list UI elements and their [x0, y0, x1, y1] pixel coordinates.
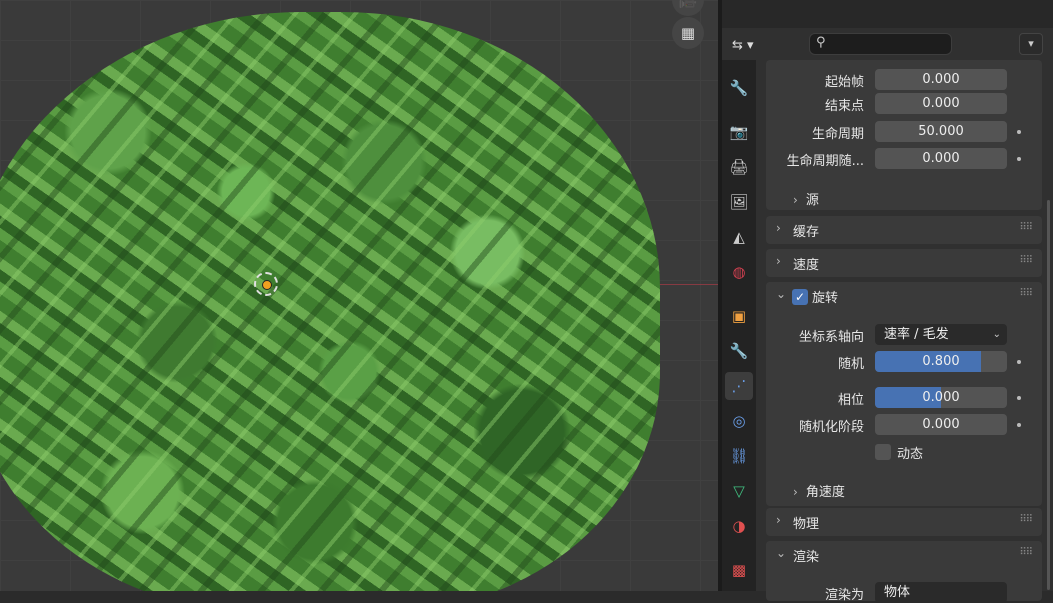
- keyframe-dot[interactable]: [1017, 360, 1021, 364]
- keyframe-dot[interactable]: [1017, 130, 1021, 134]
- drag-handle-icon[interactable]: ⠿⠿: [1019, 547, 1033, 558]
- 3d-viewport[interactable]: 🎥 ▦: [0, 0, 718, 591]
- scene-tab-icon[interactable]: ◭: [725, 223, 753, 251]
- phase-value: 0.000: [922, 390, 960, 405]
- lifetime-random-value: 0.000: [922, 151, 960, 166]
- phase-label: 相位: [837, 393, 864, 408]
- options-dropdown[interactable]: ▾: [1019, 33, 1043, 55]
- lifetime-field[interactable]: 50.000: [875, 121, 1007, 142]
- render-panel-title: 渲染: [793, 550, 820, 565]
- object-origin: [262, 280, 272, 290]
- chevron-right-icon: ›: [793, 485, 798, 499]
- lifetime-value: 50.000: [918, 124, 964, 139]
- angular-velocity-label: 角速度: [805, 485, 845, 500]
- constraints-tab-icon[interactable]: ⛓: [725, 442, 753, 470]
- drag-handle-icon[interactable]: ⠿⠿: [1019, 514, 1033, 525]
- search-icon: ⚲: [816, 35, 826, 50]
- render-panel-header[interactable]: ⌄ 渲染 ⠿⠿: [766, 541, 1042, 569]
- chevron-down-icon: ⌄: [776, 546, 787, 560]
- frame-end-value: 0.000: [922, 96, 960, 111]
- rotation-checkbox[interactable]: ✓: [792, 289, 808, 305]
- lifetime-random-field[interactable]: 0.000: [875, 148, 1007, 169]
- phase-random-value: 0.000: [922, 417, 960, 432]
- frame-end-field[interactable]: 0.000: [875, 93, 1007, 114]
- orientation-axis-value: 速率 / 毛发: [884, 327, 949, 342]
- cache-panel-header[interactable]: › 缓存 ⠿⠿: [766, 216, 1042, 244]
- phase-slider[interactable]: 0.000: [875, 387, 1007, 408]
- scrollbar[interactable]: [1047, 200, 1050, 590]
- render-as-select[interactable]: 物体: [875, 582, 1007, 603]
- world-tab-icon[interactable]: ◍: [725, 258, 753, 286]
- data-tab-icon[interactable]: ▽: [725, 477, 753, 505]
- top-strip: [722, 0, 1053, 28]
- chevron-down-icon: ⌄: [992, 329, 1001, 340]
- source-label: 源: [805, 193, 819, 208]
- lifetime-label: 生命周期: [811, 127, 864, 142]
- keyframe-dot[interactable]: [1017, 157, 1021, 161]
- randomize-slider[interactable]: 0.800: [875, 351, 1007, 372]
- keyframe-dot[interactable]: [1017, 396, 1021, 400]
- randomize-value: 0.800: [922, 354, 960, 369]
- chevron-right-icon: ›: [776, 513, 781, 527]
- phase-random-label: 随机化阶段: [798, 420, 864, 435]
- drag-handle-icon[interactable]: ⠿⠿: [1019, 222, 1033, 233]
- source-subpanel[interactable]: › 源: [793, 189, 819, 208]
- emission-panel: 起始帧 0.000 结束点 0.000 生命周期 50.000 生命周期随...…: [766, 60, 1042, 210]
- drag-handle-icon[interactable]: ⠿⠿: [1019, 255, 1033, 266]
- chevron-right-icon: ›: [776, 254, 781, 268]
- dynamic-checkbox[interactable]: [875, 444, 891, 460]
- frame-start-label: 起始帧: [824, 75, 864, 90]
- render-as-value: 物体: [884, 585, 911, 600]
- render-as-label: 渲染为: [824, 588, 864, 603]
- velocity-panel-header[interactable]: › 速度 ⠿⠿: [766, 249, 1042, 277]
- search-input[interactable]: ⚲: [809, 33, 952, 55]
- keyframe-dot[interactable]: [1017, 423, 1021, 427]
- lifetime-random-label: 生命周期随...: [786, 154, 864, 169]
- properties-header: ⇆ ▾ ⚲ ▾: [722, 30, 1053, 60]
- panel-area: 起始帧 0.000 结束点 0.000 生命周期 50.000 生命周期随...…: [766, 60, 1042, 603]
- rotation-panel-header[interactable]: ⌄ ✓ 旋转 ⠿⠿: [766, 282, 1042, 310]
- frame-end-label: 结束点: [824, 99, 864, 114]
- frame-start-field[interactable]: 0.000: [875, 69, 1007, 90]
- drag-handle-icon[interactable]: ⠿⠿: [1019, 288, 1033, 299]
- phase-random-field[interactable]: 0.000: [875, 414, 1007, 435]
- editor-type-button[interactable]: ⇆ ▾: [732, 36, 772, 56]
- randomize-label: 随机: [837, 357, 864, 372]
- chevron-right-icon: ›: [776, 221, 781, 235]
- material-tab-icon[interactable]: ◑: [725, 512, 753, 540]
- rotation-panel: ⌄ ✓ 旋转 ⠿⠿ 坐标系轴向 速率 / 毛发 ⌄ 随机 0.800 相位 0.…: [766, 282, 1042, 506]
- physics-panel-title: 物理: [793, 517, 820, 532]
- cache-panel-title: 缓存: [793, 225, 820, 240]
- view-layer-tab-icon[interactable]: 🖼: [725, 188, 753, 216]
- rotation-panel-title: 旋转: [812, 291, 839, 306]
- dynamic-label: 动态: [897, 447, 924, 462]
- texture-tab-icon[interactable]: ▩: [725, 556, 753, 584]
- angular-velocity-subpanel[interactable]: › 角速度: [793, 481, 845, 500]
- render-panel: ⌄ 渲染 ⠿⠿ 渲染为 物体: [766, 541, 1042, 603]
- properties-editor: ⇆ ▾ ⚲ ▾ 🔧 📷 🖨 🖼 ◭ ◍ ▣ 🔧 ⋰ ◎ ⛓ ▽ ◑ ▩ 起始帧 …: [722, 0, 1053, 603]
- chevron-right-icon: ›: [793, 193, 798, 207]
- physics-panel-header[interactable]: › 物理 ⠿⠿: [766, 508, 1042, 536]
- frame-start-value: 0.000: [922, 72, 960, 87]
- orientation-axis-select[interactable]: 速率 / 毛发 ⌄: [875, 324, 1007, 345]
- perspective-grid-icon[interactable]: ▦: [672, 17, 704, 49]
- chevron-down-icon: ⌄: [776, 287, 787, 301]
- leaf-bush-shading: [0, 12, 660, 591]
- orientation-axis-label: 坐标系轴向: [798, 330, 864, 345]
- velocity-panel-title: 速度: [793, 258, 820, 273]
